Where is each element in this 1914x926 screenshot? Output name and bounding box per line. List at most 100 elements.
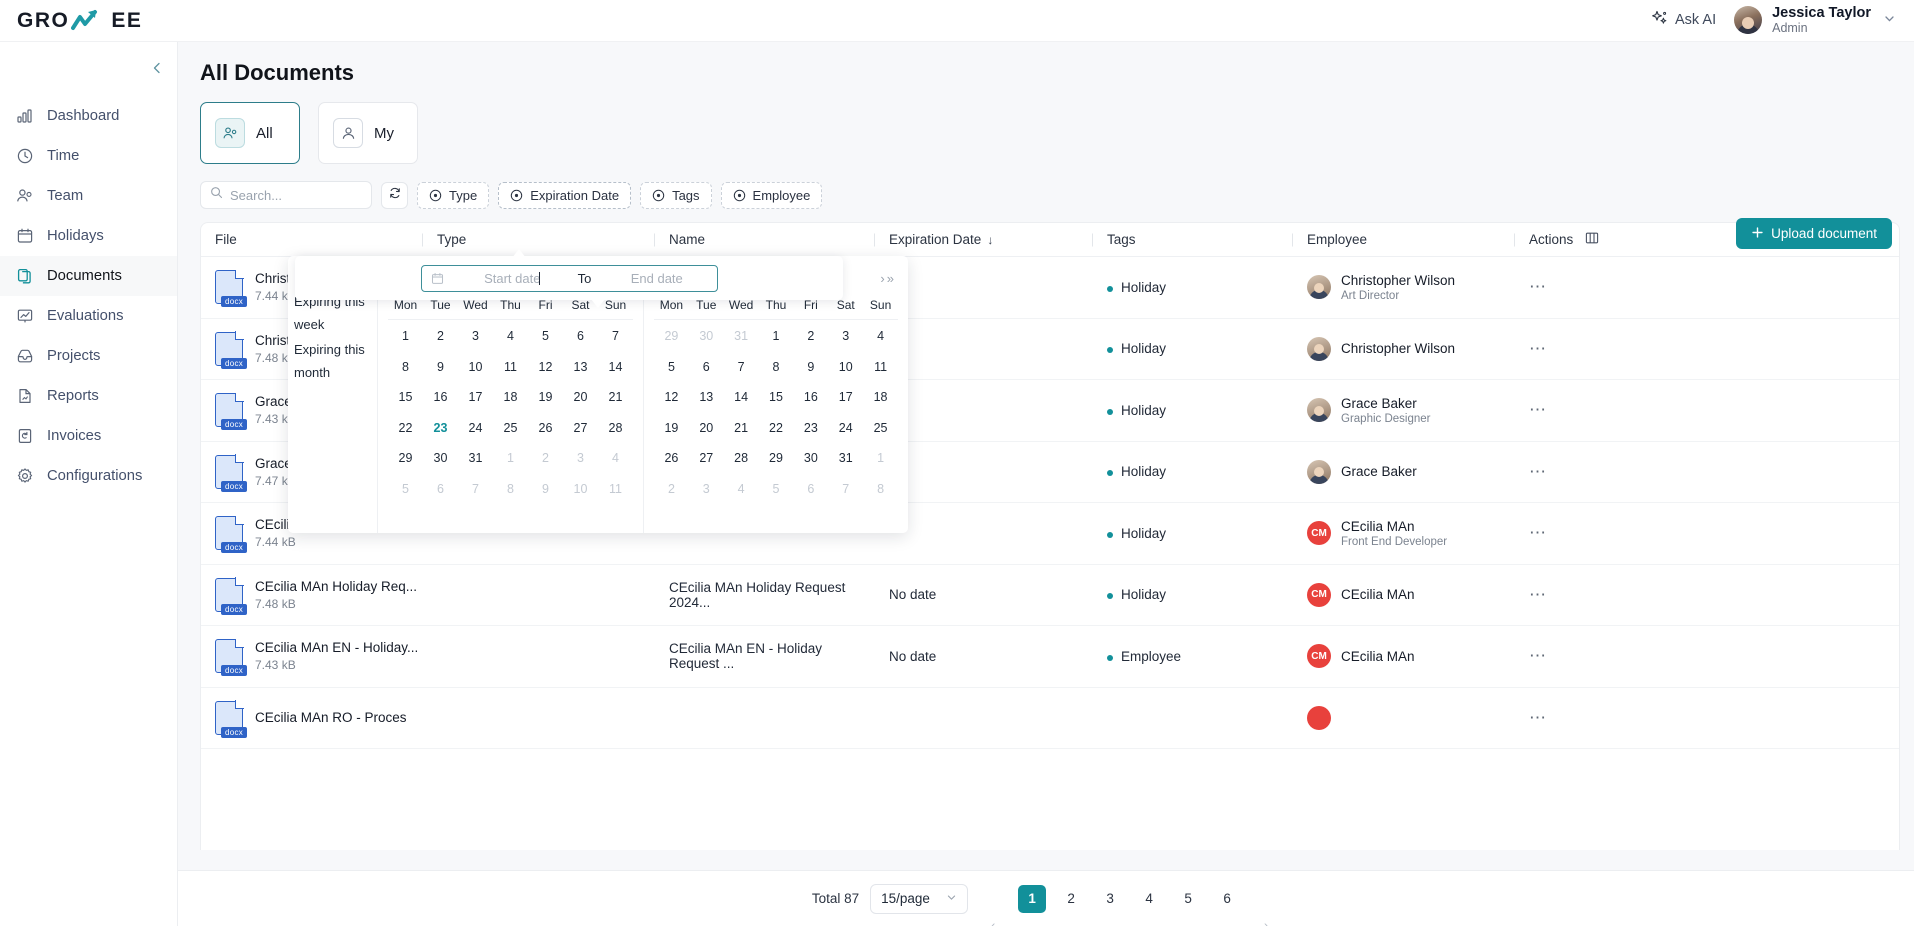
sidebar-collapse-button[interactable]: [147, 58, 167, 78]
user-menu[interactable]: Jessica Taylor Admin: [1734, 5, 1896, 37]
calendar-day[interactable]: 4: [598, 443, 633, 474]
calendar-day[interactable]: 1: [493, 443, 528, 474]
calendar-day[interactable]: 2: [423, 321, 458, 352]
calendar-day[interactable]: 27: [563, 413, 598, 444]
calendar-day[interactable]: 15: [759, 382, 794, 413]
calendar-day[interactable]: 3: [828, 321, 863, 352]
sidebar-item-reports[interactable]: Reports: [0, 376, 177, 416]
column-header-file[interactable]: File: [201, 232, 423, 247]
row-actions-menu-button[interactable]: ⋯: [1529, 462, 1547, 481]
column-header-type[interactable]: Type: [422, 232, 655, 247]
search-box[interactable]: [200, 181, 372, 209]
row-actions-menu-button[interactable]: ⋯: [1529, 646, 1547, 665]
pagination-page-1[interactable]: 1: [1018, 884, 1047, 913]
calendar-day[interactable]: 13: [563, 352, 598, 383]
row-actions-menu-button[interactable]: ⋯: [1529, 585, 1547, 604]
calendar-day[interactable]: 3: [458, 321, 493, 352]
calendar-day[interactable]: 25: [493, 413, 528, 444]
sidebar-item-time[interactable]: Time: [0, 136, 177, 176]
sidebar-item-holidays[interactable]: Holidays: [0, 216, 177, 256]
pagination-page-6[interactable]: 6: [1213, 884, 1242, 913]
calendar-day[interactable]: 16: [793, 382, 828, 413]
date-range-input[interactable]: Start date To End date: [420, 264, 718, 292]
calendar-day[interactable]: 17: [828, 382, 863, 413]
calendar-day[interactable]: 26: [654, 443, 689, 474]
filter-chip-type[interactable]: Type: [417, 181, 490, 209]
calendar-day[interactable]: 28: [724, 443, 759, 474]
calendar-day[interactable]: 6: [793, 474, 828, 505]
calendar-day[interactable]: 26: [528, 413, 563, 444]
calendar-day[interactable]: 10: [828, 352, 863, 383]
table-row[interactable]: docx CEcilia MAn EN - Holiday... 7.43 kB CE…: [201, 626, 1899, 688]
pagination-next[interactable]: ›: [1252, 911, 1281, 926]
calendar-day[interactable]: 8: [493, 474, 528, 505]
search-input[interactable]: [230, 187, 362, 203]
calendar-day[interactable]: 28: [598, 413, 633, 444]
sidebar-item-invoices[interactable]: Invoices: [0, 416, 177, 456]
calendar-day[interactable]: 5: [654, 352, 689, 383]
calendar-day[interactable]: 6: [423, 474, 458, 505]
calendar-day[interactable]: 7: [458, 474, 493, 505]
calendar-day[interactable]: 22: [759, 413, 794, 444]
upload-document-button[interactable]: Upload document: [1736, 218, 1892, 249]
chevron-down-icon[interactable]: [1883, 12, 1896, 28]
calendar-day[interactable]: 3: [563, 443, 598, 474]
calendar-day[interactable]: 20: [689, 413, 724, 444]
calendar-day[interactable]: 23: [793, 413, 828, 444]
column-header-employee[interactable]: Employee: [1292, 232, 1515, 247]
calendar-day[interactable]: 30: [689, 321, 724, 352]
calendar-day[interactable]: 12: [654, 382, 689, 413]
per-page-select[interactable]: 15/page: [870, 883, 969, 914]
calendar-day[interactable]: 7: [828, 474, 863, 505]
pagination-prev[interactable]: ‹: [979, 911, 1008, 926]
pagination-page-5[interactable]: 5: [1174, 884, 1203, 913]
calendar-day[interactable]: 4: [493, 321, 528, 352]
column-header-name[interactable]: Name: [654, 232, 875, 247]
calendar-day[interactable]: 15: [388, 382, 423, 413]
calendar-day[interactable]: 29: [654, 321, 689, 352]
calendar-day[interactable]: 24: [458, 413, 493, 444]
sidebar-item-configurations[interactable]: Configurations: [0, 456, 177, 496]
row-actions-menu-button[interactable]: ⋯: [1529, 523, 1547, 542]
calendar-day[interactable]: 21: [724, 413, 759, 444]
pagination-page-2[interactable]: 2: [1057, 884, 1086, 913]
sort-descending-icon[interactable]: ↓: [987, 233, 993, 247]
calendar-day[interactable]: 1: [759, 321, 794, 352]
calendar-day[interactable]: 16: [423, 382, 458, 413]
calendar-day[interactable]: 21: [598, 382, 633, 413]
calendar-day[interactable]: 18: [493, 382, 528, 413]
row-actions-menu-button[interactable]: ⋯: [1529, 339, 1547, 358]
calendar-day[interactable]: 30: [423, 443, 458, 474]
row-actions-menu-button[interactable]: ⋯: [1529, 400, 1547, 419]
calendar-day[interactable]: 14: [724, 382, 759, 413]
calendar-day[interactable]: 6: [563, 321, 598, 352]
filter-chip-tags[interactable]: Tags: [640, 181, 712, 209]
end-date-field[interactable]: End date: [606, 271, 708, 286]
calendar-day[interactable]: 9: [793, 352, 828, 383]
calendar-day[interactable]: 10: [563, 474, 598, 505]
table-row[interactable]: docx CEcilia MAn Holiday Req... 7.48 kB CEc…: [201, 565, 1899, 626]
calendar-day[interactable]: 29: [759, 443, 794, 474]
calendar-day[interactable]: 11: [598, 474, 633, 505]
calendar-day[interactable]: 9: [423, 352, 458, 383]
shortcut-expiring-this-month[interactable]: Expiring this month: [288, 337, 377, 385]
calendar-day[interactable]: 19: [654, 413, 689, 444]
calendar-day[interactable]: 19: [528, 382, 563, 413]
column-header-expiration-date[interactable]: Expiration Date ↓: [874, 232, 1093, 247]
calendar-day[interactable]: 9: [528, 474, 563, 505]
calendar-day[interactable]: 2: [654, 474, 689, 505]
ask-ai-button[interactable]: Ask AI: [1651, 10, 1716, 31]
app-logo[interactable]: GRO EE: [17, 8, 142, 34]
calendar-day[interactable]: 2: [528, 443, 563, 474]
refresh-button[interactable]: [381, 181, 408, 209]
column-settings-icon[interactable]: [1585, 231, 1599, 248]
calendar-day[interactable]: 5: [388, 474, 423, 505]
calendar-day[interactable]: 8: [759, 352, 794, 383]
calendar-day[interactable]: 27: [689, 443, 724, 474]
calendar-day[interactable]: 29: [388, 443, 423, 474]
sidebar-item-team[interactable]: Team: [0, 176, 177, 216]
calendar-day[interactable]: 4: [724, 474, 759, 505]
calendar-day[interactable]: 31: [458, 443, 493, 474]
sidebar-item-documents[interactable]: Documents: [0, 256, 177, 296]
table-row[interactable]: docx CEcilia MAn RO - Proces ⋯: [201, 688, 1899, 749]
